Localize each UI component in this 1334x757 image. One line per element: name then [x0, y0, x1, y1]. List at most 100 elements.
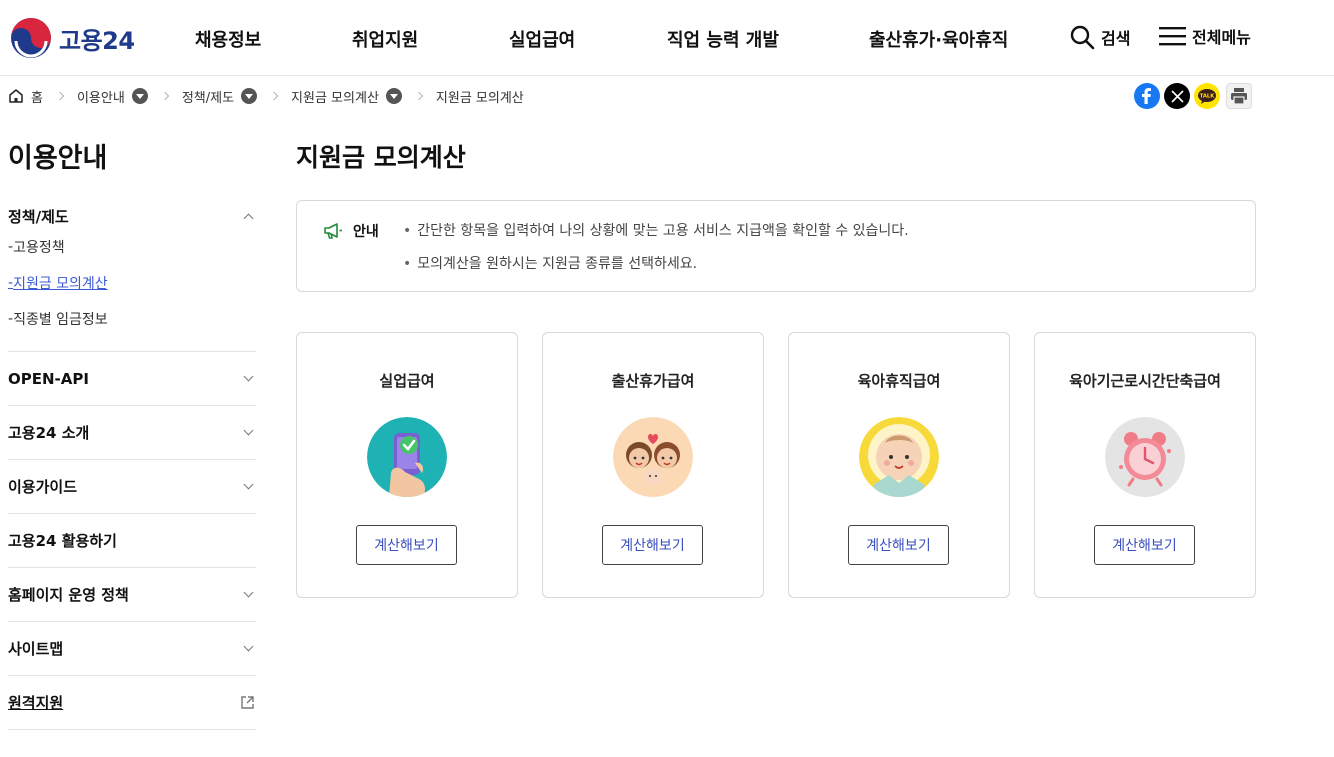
family-illustration-icon: [613, 417, 693, 497]
sidebar-subitem-subsidy-simulator[interactable]: - 지원금 모의계산: [8, 265, 256, 301]
search-icon: [1070, 25, 1095, 50]
calculate-button[interactable]: 계산해보기: [356, 525, 457, 565]
sidebar-subitem-label: 지원금 모의계산: [13, 276, 108, 292]
sidebar-sublist: - 고용정책 - 지원금 모의계산 - 직종별 임금정보: [8, 229, 256, 351]
calculate-button[interactable]: 계산해보기: [848, 525, 949, 565]
chevron-down-icon: [243, 425, 254, 436]
sidebar-item-label: 이용가이드: [8, 478, 78, 496]
sidebar-item-about[interactable]: 고용24 소개: [8, 406, 256, 459]
breadcrumb-item-label: 정책/제도: [181, 90, 235, 106]
sidebar-item-guide[interactable]: 이용가이드: [8, 460, 256, 513]
facebook-share-button[interactable]: [1134, 83, 1160, 109]
breadcrumb-item-label: 이용안내: [76, 90, 125, 106]
sidebar-item-label: 사이트맵: [8, 640, 64, 658]
chevron-down-icon: [243, 479, 254, 490]
x-logo-icon: [1170, 89, 1184, 103]
card-title: 육아휴직급여: [857, 372, 941, 390]
sidebar-item-label: 원격지원: [8, 694, 64, 712]
notice-line: 모의계산을 원하시는 지원금 종류를 선택하세요.: [403, 253, 697, 273]
site-logo[interactable]: 고용24: [10, 17, 135, 59]
chevron-down-icon: [243, 371, 254, 382]
card-title: 육아기근로시간단축급여: [1069, 372, 1221, 390]
gnb-item-skills-development[interactable]: 직업 능력 개발: [667, 26, 779, 52]
gnb-item-jobs[interactable]: 채용정보: [195, 26, 261, 52]
card-title: 출산휴가급여: [611, 372, 695, 390]
breadcrumb-item-label: 지원금 모의계산: [291, 90, 379, 106]
breadcrumb-item-simulator[interactable]: 지원금 모의계산: [291, 87, 402, 106]
chevron-right-icon: [154, 86, 176, 106]
chevron-up-icon: [243, 213, 254, 224]
sidebar-subitem-wage-info[interactable]: - 직종별 임금정보: [8, 301, 256, 337]
external-link-icon: [241, 696, 254, 709]
sidebar-subitem-label: 직종별 임금정보: [13, 312, 108, 328]
phone-check-illustration-icon: [367, 417, 447, 497]
logo-text: 고용24: [59, 26, 135, 55]
dropdown-toggle-icon[interactable]: [131, 88, 148, 104]
dropdown-toggle-icon[interactable]: [241, 88, 258, 104]
sidebar-group-about: 고용24 소개: [8, 406, 256, 460]
sidebar-group-howto: 고용24 활용하기: [8, 514, 256, 568]
sidebar-group-remote-support: 원격지원: [8, 676, 256, 730]
calculate-button[interactable]: 계산해보기: [1094, 525, 1195, 565]
printer-icon: [1231, 88, 1247, 105]
sidebar-item-sitemap[interactable]: 사이트맵: [8, 622, 256, 675]
hamburger-menu-icon: [1159, 27, 1186, 46]
notice-label: 안내: [323, 221, 379, 241]
card-reduced-hours-benefit: 육아기근로시간단축급여 계산해보기: [1034, 332, 1256, 598]
chevron-right-icon: [408, 86, 430, 106]
sidebar-item-open-api[interactable]: OPEN-API: [8, 352, 256, 405]
sidebar-group-site-policy: 홈페이지 운영 정책: [8, 568, 256, 622]
all-menu-button[interactable]: 전체메뉴: [1159, 24, 1251, 48]
print-button[interactable]: [1226, 83, 1252, 109]
notice-label-text: 안내: [353, 224, 379, 240]
search-label: 검색: [1101, 29, 1131, 48]
breadcrumb-home[interactable]: 홈: [8, 87, 43, 106]
notice-box: 안내 간단한 항목을 입력하여 나의 상황에 맞는 고용 서비스 지급액을 확인…: [296, 200, 1256, 292]
breadcrumb-item-label: 지원금 모의계산: [435, 90, 524, 106]
home-icon: [9, 89, 23, 103]
megaphone-icon: [324, 223, 342, 239]
calculate-button[interactable]: 계산해보기: [602, 525, 703, 565]
sidebar-item-label: OPEN-API: [8, 369, 89, 388]
kakao-share-button[interactable]: TALK: [1194, 83, 1220, 109]
sidebar-subitem-employment-policy[interactable]: - 고용정책: [8, 229, 256, 265]
dropdown-toggle-icon[interactable]: [385, 88, 402, 104]
breadcrumb-item-policy[interactable]: 정책/제도: [181, 87, 258, 106]
card-maternity-leave-benefit: 출산휴가급여 계산해보기: [542, 332, 764, 598]
breadcrumb: 홈 이용안내 정책/제도 지원금 모의계산 지원금 모의계산: [8, 86, 524, 106]
sidebar-item-label: 정책/제도: [8, 208, 69, 226]
sidebar-item-site-policy[interactable]: 홈페이지 운영 정책: [8, 568, 256, 621]
gnb-item-employment-support[interactable]: 취업지원: [352, 26, 418, 52]
breadcrumb-item-guide[interactable]: 이용안내: [77, 87, 148, 106]
site-header: 고용24 채용정보 취업지원 실업급여 직업 능력 개발 출산휴가·육아휴직 검…: [0, 0, 1334, 76]
baby-illustration-icon: [859, 417, 939, 497]
sidebar-nav: 정책/제도 - 고용정책 - 지원금 모의계산 - 직종별 임금정보 OPEN-API…: [8, 190, 256, 730]
taegeuk-logo-icon: [11, 18, 51, 58]
breadcrumb-current: 지원금 모의계산: [436, 87, 524, 106]
kakaotalk-icon: TALK: [1198, 89, 1216, 104]
page-title: 지원금 모의계산: [296, 143, 466, 172]
breadcrumb-home-label: 홈: [31, 90, 43, 106]
card-unemployment-benefit: 실업급여 계산해보기: [296, 332, 518, 598]
sidebar-item-howto[interactable]: 고용24 활용하기: [8, 514, 256, 567]
alarm-clock-illustration-icon: [1105, 417, 1185, 497]
all-menu-label: 전체메뉴: [1192, 28, 1251, 47]
card-parental-leave-benefit: 육아휴직급여 계산해보기: [788, 332, 1010, 598]
sidebar-item-label: 홈페이지 운영 정책: [8, 586, 129, 604]
x-share-button[interactable]: [1164, 83, 1190, 109]
kakao-talk-text: TALK: [1200, 94, 1215, 100]
search-button[interactable]: 검색: [1069, 24, 1130, 50]
sidebar-item-remote-support[interactable]: 원격지원: [8, 676, 256, 729]
card-title: 실업급여: [379, 372, 435, 390]
chevron-down-icon: [243, 641, 254, 652]
chevron-down-icon: [243, 587, 254, 598]
sidebar-item-label: 고용24 소개: [8, 424, 90, 442]
sidebar-group-guide: 이용가이드: [8, 460, 256, 514]
chevron-right-icon: [49, 86, 71, 106]
chevron-right-icon: [263, 86, 285, 106]
gnb-item-unemployment-benefit[interactable]: 실업급여: [509, 26, 575, 52]
sidebar-group-policy: 정책/제도 - 고용정책 - 지원금 모의계산 - 직종별 임금정보: [8, 190, 256, 352]
facebook-icon: [1142, 88, 1151, 104]
gnb-item-maternity-parental-leave[interactable]: 출산휴가·육아휴직: [869, 26, 1008, 52]
notice-line: 간단한 항목을 입력하여 나의 상황에 맞는 고용 서비스 지급액을 확인할 수…: [403, 220, 908, 240]
